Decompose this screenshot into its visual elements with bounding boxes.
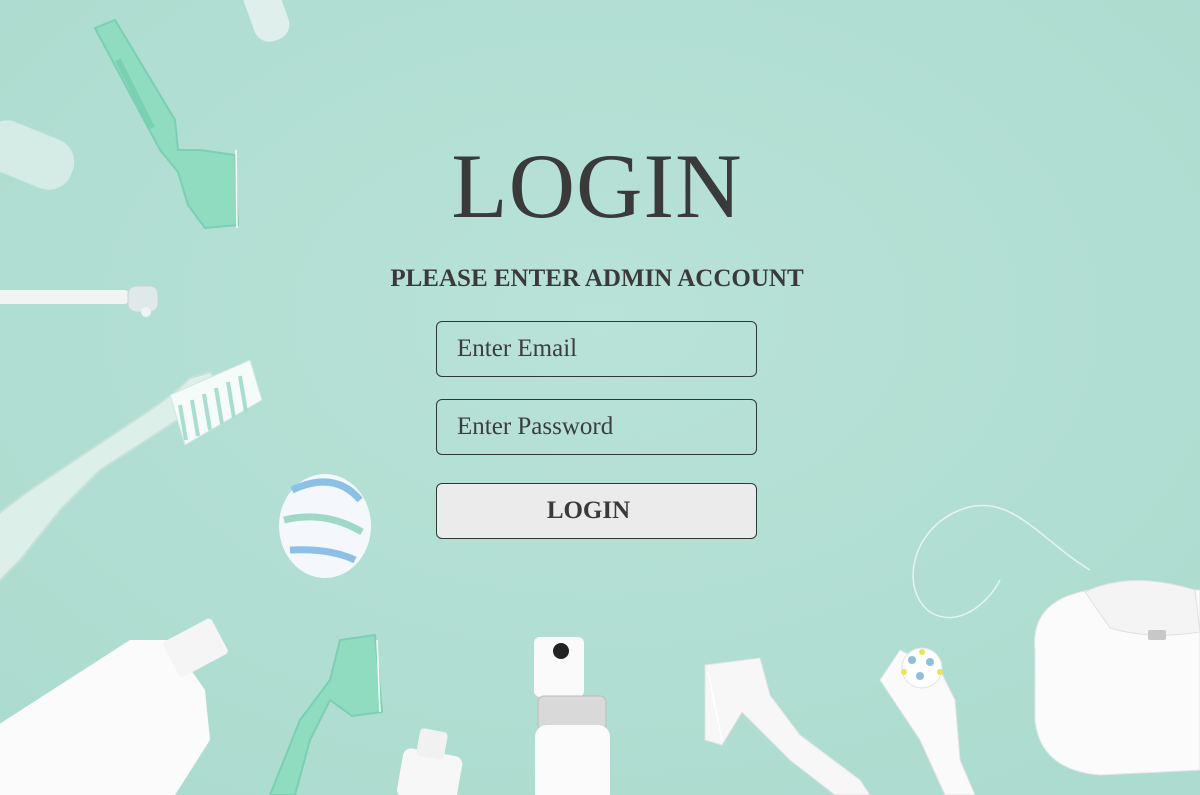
login-form: LOGIN PLEASE ENTER ADMIN ACCOUNT LOGIN: [0, 0, 1200, 795]
page-title: LOGIN: [451, 135, 743, 237]
page-subtitle: PLEASE ENTER ADMIN ACCOUNT: [390, 265, 804, 292]
password-field[interactable]: [436, 399, 757, 455]
login-button[interactable]: LOGIN: [436, 483, 757, 539]
email-field[interactable]: [436, 321, 757, 377]
